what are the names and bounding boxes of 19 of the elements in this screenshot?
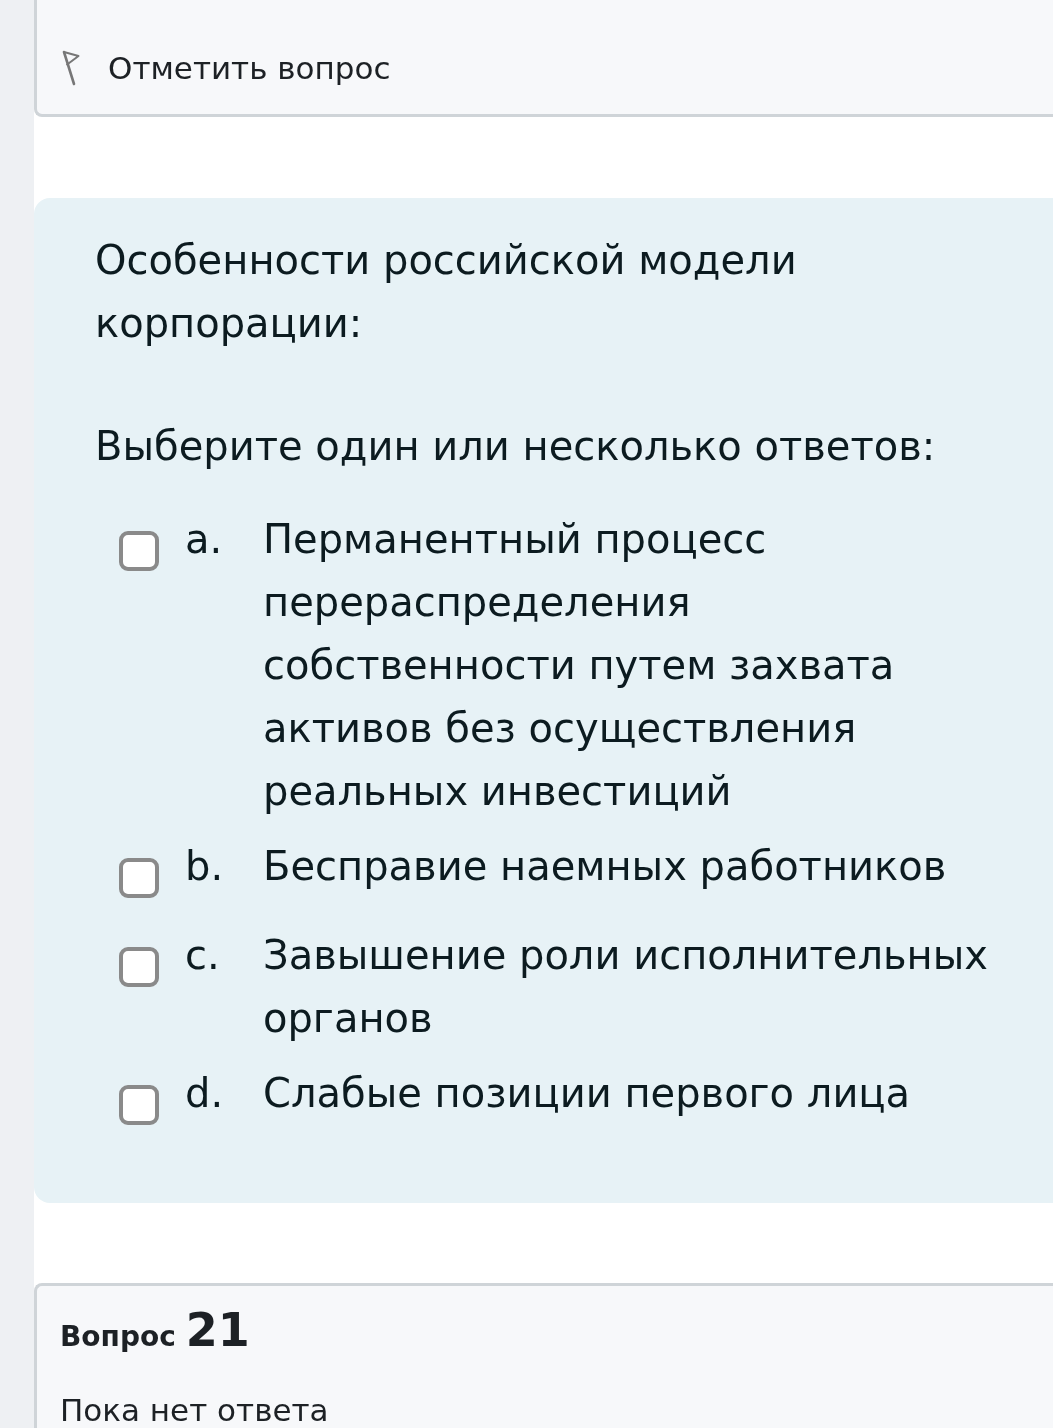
checkbox[interactable] (119, 947, 159, 987)
option-label[interactable]: Бесправие наемных работников (263, 835, 1003, 898)
option-label[interactable]: Завышение роли исполнительных органов (263, 924, 1003, 1050)
option-letter: d. (185, 1069, 225, 1118)
answer-prompt: Выберите один или несколько ответов: (95, 422, 937, 471)
checkbox[interactable] (119, 1085, 159, 1125)
option-letter: c. (185, 931, 221, 980)
question-label: Вопрос (60, 1319, 176, 1355)
option-letter: a. (185, 515, 224, 564)
option-label[interactable]: Слабые позиции первого лица (263, 1062, 1003, 1125)
question-number: 21 (185, 1302, 250, 1359)
flag-icon (62, 50, 80, 86)
option-letter: b. (185, 842, 225, 891)
checkbox[interactable] (119, 531, 159, 571)
flag-question-link[interactable]: Отметить вопрос (62, 48, 391, 88)
question-text: Особенности российской модели корпорации: (95, 236, 798, 348)
checkbox[interactable] (119, 858, 159, 898)
answer-status: Пока нет ответа (60, 1391, 330, 1428)
option-label[interactable]: Перманентный процесс перераспределения собственности путем захвата активов без осуществления реальных инвестиций (263, 508, 1003, 823)
